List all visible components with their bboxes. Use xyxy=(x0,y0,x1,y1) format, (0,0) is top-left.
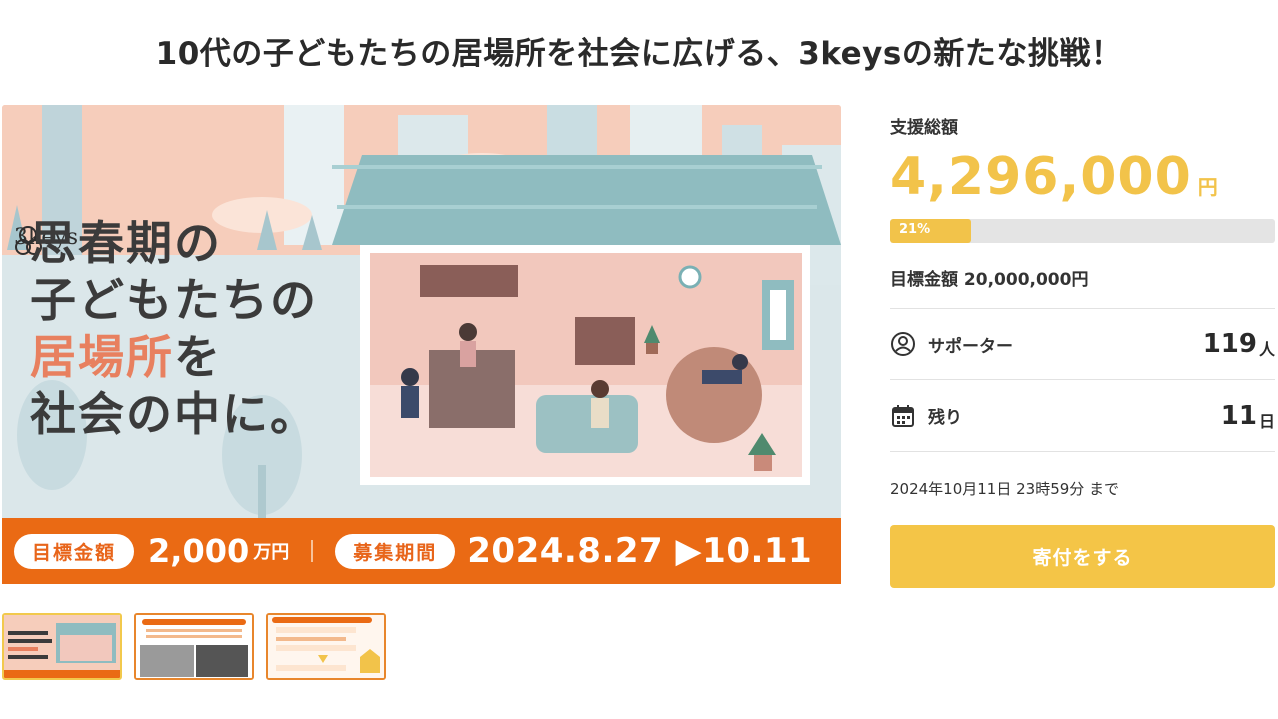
thumbnail-strip xyxy=(2,613,386,680)
deadline-text: 2024年10月11日 23時59分 まで xyxy=(890,480,1120,498)
thumbnail-2[interactable] xyxy=(134,613,254,680)
user-circle-icon xyxy=(891,332,915,356)
thumbnail-3[interactable] xyxy=(266,613,386,680)
total-label: 支援総額 xyxy=(890,118,958,138)
period-pill: 募集期間 xyxy=(335,533,456,569)
thumbnail-1[interactable] xyxy=(2,613,122,680)
headline-accent: 居場所 xyxy=(30,330,174,384)
hero-headline: 思春期の 子どもたちの 居場所を 社会の中に。 xyxy=(30,215,318,443)
supporters-label: サポーター xyxy=(928,336,1013,357)
thumbnail-2-image xyxy=(136,615,252,678)
thumbnail-3-image xyxy=(268,615,384,678)
total-amount-unit: 円 xyxy=(1197,175,1218,199)
remaining-row: 残り 11 日 xyxy=(890,380,1275,452)
progress-bar: 21% xyxy=(890,219,1275,243)
supporters-unit: 人 xyxy=(1258,340,1275,359)
total-amount-value: 4,296,000 xyxy=(890,147,1192,207)
remaining-value: 11 xyxy=(1220,400,1257,431)
headline-line-3-suffix: を xyxy=(174,330,222,384)
goal-amount: 目標金額 20,000,000円 xyxy=(890,270,1089,290)
headline-line-3: 居場所を xyxy=(30,329,318,386)
goal-pill: 目標金額 xyxy=(14,533,135,569)
band-goal-amount: 2,000 xyxy=(148,532,250,570)
hero-image: 3keys 思春期の 子どもたちの 居場所を 社会の中に。 xyxy=(2,105,841,584)
band-period: 2024.8.27 ▶10.11 xyxy=(467,531,813,571)
band-divider xyxy=(311,540,314,562)
headline-line-2: 子どもたちの xyxy=(30,273,318,327)
headline-line-1: 思春期の xyxy=(30,216,222,270)
remaining-unit: 日 xyxy=(1258,411,1275,431)
total-amount: 4,296,000 円 xyxy=(890,147,1218,207)
donate-button[interactable]: 寄付をする xyxy=(890,525,1275,588)
page-title: 10代の子どもたちの居場所を社会に広げる、3keysの新たな挑戦！ xyxy=(155,36,1123,72)
headline-line-4: 社会の中に。 xyxy=(30,387,318,441)
thumbnail-1-image xyxy=(4,615,120,678)
calendar-icon xyxy=(892,404,914,427)
supporters-row: サポーター 119 人 xyxy=(890,308,1275,380)
progress-label: 21% xyxy=(899,222,931,237)
hero-info-band: 目標金額 2,000 万円 募集期間 2024.8.27 ▶10.11 xyxy=(2,518,841,584)
remaining-label: 残り xyxy=(928,408,962,428)
band-goal-unit: 万円 xyxy=(253,542,290,563)
supporters-value: 119 xyxy=(1202,329,1257,359)
